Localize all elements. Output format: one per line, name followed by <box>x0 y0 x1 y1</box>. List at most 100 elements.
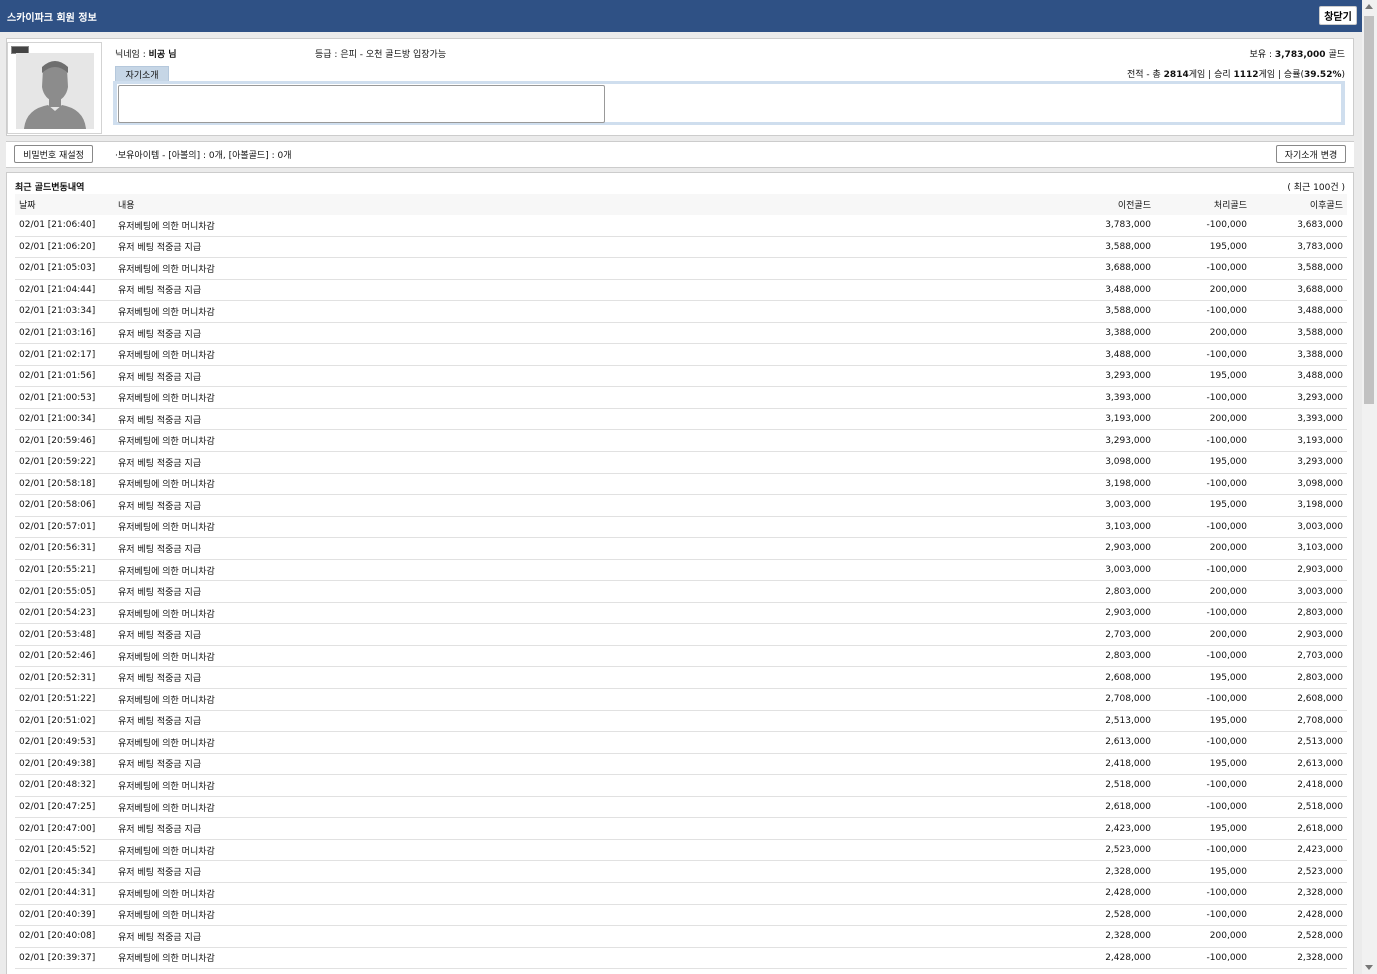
row-prev-gold: 3,488,000 <box>1105 349 1151 360</box>
grade-label: 등급 : <box>315 50 338 60</box>
row-change-gold: -100,000 <box>1206 802 1247 813</box>
row-prev-gold: 2,803,000 <box>1105 651 1151 662</box>
row-prev-gold: 3,488,000 <box>1105 284 1151 295</box>
row-desc: 유저 베팅 적중금 지급 <box>118 243 202 254</box>
row-prev-gold: 3,103,000 <box>1105 521 1151 532</box>
row-prev-gold: 2,428,000 <box>1105 888 1151 899</box>
row-change-gold: -100,000 <box>1206 392 1247 403</box>
scroll-down-arrow-icon[interactable] <box>1365 965 1373 970</box>
table-row: 02/01 [20:51:02] 유저 베팅 적중금 지급 2,513,000 195… <box>15 711 1347 733</box>
row-change-gold: -100,000 <box>1206 565 1247 576</box>
table-row: 02/01 [21:03:16] 유저 베팅 적중금 지급 3,388,000 200… <box>15 323 1347 345</box>
row-desc: 유저 베팅 적중금 지급 <box>118 825 202 836</box>
row-post-gold: 2,608,000 <box>1297 694 1343 705</box>
close-window-button[interactable]: 창닫기 <box>1319 6 1357 25</box>
history-count-note: ( 최근 100건 ) <box>1287 183 1345 193</box>
table-row: 02/01 [20:56:31] 유저 베팅 적중금 지급 2,903,000 200… <box>15 538 1347 560</box>
row-post-gold: 3,688,000 <box>1297 284 1343 295</box>
table-row: 02/01 [20:58:06] 유저 베팅 적중금 지급 3,003,000 195… <box>15 495 1347 517</box>
row-change-gold: -100,000 <box>1206 952 1247 963</box>
row-desc: 유저베팅에 의한 머니차감 <box>118 437 215 448</box>
row-post-gold: 3,198,000 <box>1297 500 1343 511</box>
row-prev-gold: 3,588,000 <box>1105 306 1151 317</box>
table-row: 02/01 [21:01:56] 유저 베팅 적중금 지급 3,293,000 195… <box>15 366 1347 388</box>
record-label: 전적 - 총 <box>1126 70 1161 80</box>
row-prev-gold: 2,528,000 <box>1105 909 1151 920</box>
table-row: 02/01 [21:02:17] 유저베팅에 의한 머니차감 3,488,000 -1… <box>15 344 1347 366</box>
row-post-gold: 3,393,000 <box>1297 414 1343 425</box>
row-desc: 유저 베팅 적중금 지급 <box>118 674 202 685</box>
row-change-gold: 195,000 <box>1209 672 1247 683</box>
table-row: 02/01 [20:45:52] 유저베팅에 의한 머니차감 2,523,000 -1… <box>15 840 1347 862</box>
row-post-gold: 2,803,000 <box>1297 608 1343 619</box>
row-date: 02/01 [21:03:34] <box>19 306 96 317</box>
row-post-gold: 2,618,000 <box>1297 823 1343 834</box>
row-prev-gold: 2,523,000 <box>1105 845 1151 856</box>
row-post-gold: 3,098,000 <box>1297 478 1343 489</box>
row-change-gold: 200,000 <box>1209 629 1247 640</box>
col-prev-header: 이전골드 <box>1117 201 1151 211</box>
table-row: 02/01 [20:53:48] 유저 베팅 적중금 지급 2,703,000 200… <box>15 624 1347 646</box>
row-desc: 유저베팅에 의한 머니차감 <box>118 781 215 792</box>
row-prev-gold: 3,688,000 <box>1105 263 1151 274</box>
row-date: 02/01 [20:53:48] <box>19 629 96 640</box>
row-prev-gold: 2,708,000 <box>1105 694 1151 705</box>
row-date: 02/01 [20:55:21] <box>19 565 96 576</box>
row-date: 02/01 [21:06:20] <box>19 241 96 252</box>
row-desc: 유저 베팅 적중금 지급 <box>118 544 202 555</box>
row-date: 02/01 [21:06:40] <box>19 220 96 231</box>
row-post-gold: 2,428,000 <box>1297 909 1343 920</box>
table-row: 02/01 [20:45:34] 유저 베팅 적중금 지급 2,328,000 195… <box>15 861 1347 883</box>
row-change-gold: -100,000 <box>1206 694 1247 705</box>
row-change-gold: 200,000 <box>1209 328 1247 338</box>
row-desc: 유저베팅에 의한 머니차감 <box>118 695 215 706</box>
row-prev-gold: 2,328,000 <box>1105 931 1151 942</box>
row-post-gold: 2,518,000 <box>1297 802 1343 813</box>
row-change-gold: -100,000 <box>1206 608 1247 619</box>
row-change-gold: -100,000 <box>1206 263 1247 274</box>
scroll-up-arrow-icon[interactable] <box>1365 4 1373 9</box>
row-date: 02/01 [20:55:05] <box>19 586 96 597</box>
row-desc: 유저 베팅 적중금 지급 <box>118 760 202 771</box>
row-change-gold: 195,000 <box>1209 500 1247 511</box>
row-change-gold: -100,000 <box>1206 909 1247 920</box>
row-desc: 유저베팅에 의한 머니차감 <box>118 609 215 620</box>
row-change-gold: -100,000 <box>1206 349 1247 360</box>
row-post-gold: 2,703,000 <box>1297 651 1343 662</box>
table-row: 02/01 [21:00:53] 유저베팅에 의한 머니차감 3,393,000 -1… <box>15 387 1347 409</box>
vertical-scrollbar[interactable] <box>1362 0 1377 974</box>
row-date: 02/01 [21:01:56] <box>19 371 96 382</box>
row-desc: 유저 베팅 적중금 지급 <box>118 717 202 728</box>
row-prev-gold: 2,608,000 <box>1105 672 1151 683</box>
row-prev-gold: 2,618,000 <box>1105 802 1151 813</box>
self-intro-textbox[interactable] <box>118 85 605 123</box>
scrollbar-thumb[interactable] <box>1364 16 1374 404</box>
row-change-gold: 195,000 <box>1209 823 1247 834</box>
games-unit: 게임 <box>1188 70 1206 80</box>
row-post-gold: 2,708,000 <box>1297 715 1343 726</box>
row-prev-gold: 2,328,000 <box>1105 866 1151 877</box>
row-post-gold: 3,003,000 <box>1297 586 1343 597</box>
row-change-gold: -100,000 <box>1206 651 1247 662</box>
row-desc: 유저베팅에 의한 머니차감 <box>118 264 215 275</box>
total-games-value: 2814 <box>1163 70 1189 80</box>
row-prev-gold: 2,423,000 <box>1105 823 1151 834</box>
winrate-close: ) <box>1341 70 1345 80</box>
table-row: 02/01 [20:59:46] 유저베팅에 의한 머니차감 3,293,000 -1… <box>15 430 1347 453</box>
row-date: 02/01 [20:47:00] <box>19 823 96 834</box>
row-post-gold: 3,588,000 <box>1297 263 1343 274</box>
tab-self-intro[interactable]: 자기소개 <box>115 66 169 81</box>
row-date: 02/01 [20:44:31] <box>19 888 96 899</box>
row-post-gold: 3,683,000 <box>1297 220 1343 231</box>
table-row: 02/01 [20:51:22] 유저베팅에 의한 머니차감 2,708,000 -1… <box>15 689 1347 711</box>
edit-intro-button[interactable]: 자기소개 변경 <box>1276 145 1346 163</box>
row-prev-gold: 2,903,000 <box>1105 608 1151 619</box>
row-prev-gold: 3,003,000 <box>1105 565 1151 576</box>
row-desc: 유저 베팅 적중금 지급 <box>118 329 202 340</box>
reset-password-button[interactable]: 비밀번호 재설정 <box>14 145 93 163</box>
table-row: 02/01 [20:40:39] 유저베팅에 의한 머니차감 2,528,000 -1… <box>15 905 1347 927</box>
row-prev-gold: 3,003,000 <box>1105 500 1151 511</box>
row-post-gold: 3,388,000 <box>1297 349 1343 360</box>
row-desc: 유저베팅에 의한 머니차감 <box>118 803 215 814</box>
row-change-gold: 195,000 <box>1209 866 1247 877</box>
